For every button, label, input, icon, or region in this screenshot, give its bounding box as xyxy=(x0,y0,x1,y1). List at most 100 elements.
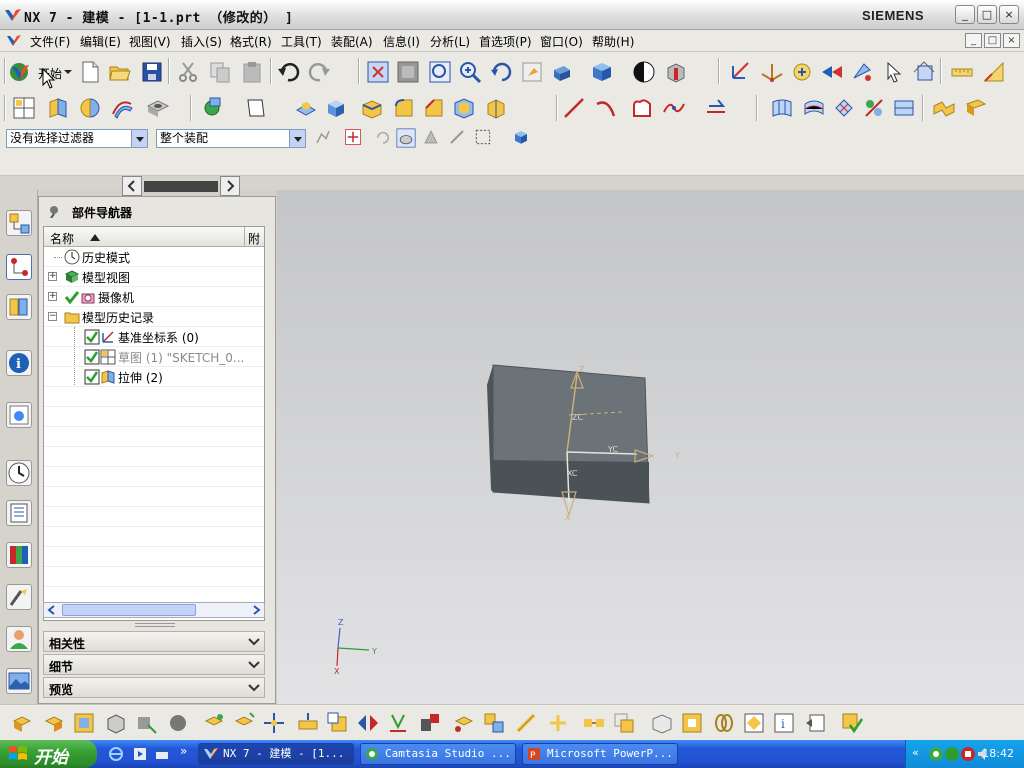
checkbox-checked-icon[interactable] xyxy=(84,349,100,365)
sweep-icon[interactable] xyxy=(110,96,134,120)
chevron-down-icon[interactable] xyxy=(246,634,262,649)
mirror-assembly-icon[interactable] xyxy=(166,711,190,735)
measure-distance-icon[interactable] xyxy=(950,60,974,84)
snap-point-icon[interactable] xyxy=(344,128,362,146)
datum-point-icon[interactable] xyxy=(200,96,224,120)
assembly-cut-icon[interactable] xyxy=(546,711,570,735)
paste-icon[interactable] xyxy=(240,60,264,84)
menu-format[interactable]: 格式(R) xyxy=(230,33,272,50)
through-curves-icon[interactable] xyxy=(802,96,826,120)
assembly-constraints-icon[interactable] xyxy=(104,711,128,735)
sketch-icon[interactable] xyxy=(12,96,36,120)
column-attached[interactable]: 附 xyxy=(248,230,260,247)
wcs-display-icon[interactable] xyxy=(850,60,874,84)
select-face-icon[interactable] xyxy=(422,128,440,146)
tree-row[interactable]: + 模型视图 xyxy=(44,267,264,287)
add-component-icon[interactable] xyxy=(10,711,34,735)
wave-link-icon[interactable] xyxy=(582,711,606,735)
tree-row[interactable]: 草图 (1) "SKETCH_0... xyxy=(44,347,264,367)
boss-icon[interactable] xyxy=(294,96,318,120)
tree-row[interactable]: 拉伸 (2) xyxy=(44,367,264,387)
create-array-icon[interactable] xyxy=(232,711,256,735)
wcs-rotate-icon[interactable] xyxy=(790,60,814,84)
menu-window[interactable]: 窗口(O) xyxy=(540,33,583,50)
csys-icon[interactable] xyxy=(912,60,936,84)
process-studio-tab[interactable] xyxy=(6,500,32,526)
internet-explorer-icon[interactable] xyxy=(108,746,124,762)
tree-row[interactable]: 基准坐标系 (0) xyxy=(44,327,264,387)
save-icon[interactable] xyxy=(140,60,164,84)
component-array-icon[interactable] xyxy=(202,711,226,735)
interference-check-icon[interactable] xyxy=(418,711,442,735)
select-solid-icon[interactable] xyxy=(512,128,530,146)
resource-scroll[interactable] xyxy=(122,176,240,196)
rectangle-select-icon[interactable] xyxy=(474,128,492,146)
wcs-orient-icon[interactable] xyxy=(820,60,844,84)
extrude-icon[interactable] xyxy=(46,96,70,120)
pad-icon[interactable] xyxy=(360,96,384,120)
start-button[interactable]: 开始 xyxy=(6,60,72,84)
clock[interactable]: 18:42 xyxy=(982,747,1014,760)
chevron-left-icon[interactable] xyxy=(46,605,58,615)
scroll-right-button[interactable] xyxy=(220,176,240,196)
link-geometry-icon[interactable] xyxy=(514,711,538,735)
ruled-icon[interactable] xyxy=(862,96,886,120)
shaded-cube-icon[interactable] xyxy=(590,60,614,84)
background-icon[interactable] xyxy=(632,60,656,84)
section-view-icon[interactable] xyxy=(664,60,688,84)
reposition-component-icon[interactable] xyxy=(134,711,158,735)
menu-help[interactable]: 帮助(H) xyxy=(592,33,634,50)
doc-restore-button[interactable]: □ xyxy=(984,33,1001,48)
check-geometry-icon[interactable] xyxy=(840,711,864,735)
explode-view-icon[interactable] xyxy=(262,711,286,735)
menu-tools[interactable]: 工具(T) xyxy=(281,33,322,50)
splitter-handle[interactable] xyxy=(135,623,175,627)
system-materials-tab[interactable] xyxy=(6,542,32,568)
n-sided-surface-icon[interactable] xyxy=(892,96,916,120)
tree-row[interactable]: 历史模式 xyxy=(44,247,264,267)
scroll-thumb[interactable] xyxy=(62,604,196,616)
model-canvas[interactable]: Z ZC Y YC XC X Z Y X xyxy=(277,190,1024,704)
select-features-icon[interactable] xyxy=(314,128,332,146)
scroll-thumb[interactable] xyxy=(144,181,218,192)
menu-edit[interactable]: 编辑(E) xyxy=(80,33,121,50)
taskbar-item-nx[interactable]: NX 7 - 建模 - [1... xyxy=(198,743,354,765)
checkbox-checked-icon[interactable] xyxy=(84,369,100,385)
show-desktop-icon[interactable] xyxy=(154,746,170,762)
load-options-icon[interactable] xyxy=(452,711,476,735)
spline-icon[interactable] xyxy=(662,96,686,120)
undo-icon[interactable] xyxy=(276,60,300,84)
history-tab[interactable] xyxy=(6,460,32,486)
chevron-down-icon[interactable] xyxy=(246,657,262,672)
edge-blend-icon[interactable] xyxy=(392,96,416,120)
sew-icon[interactable] xyxy=(932,96,956,120)
maximize-button[interactable]: □ xyxy=(977,5,997,24)
new-component-icon[interactable] xyxy=(42,711,66,735)
scroll-left-button[interactable] xyxy=(122,176,142,196)
collapse-toggle[interactable]: − xyxy=(48,312,57,321)
show-component-icon[interactable] xyxy=(742,711,766,735)
arc-icon[interactable] xyxy=(594,96,618,120)
close-button[interactable]: × xyxy=(999,5,1019,24)
roles-tab[interactable] xyxy=(6,626,32,652)
wcs-origin-icon[interactable] xyxy=(760,60,784,84)
zoom-icon[interactable] xyxy=(428,60,452,84)
wcs-save-icon[interactable] xyxy=(882,60,906,84)
media-player-icon[interactable] xyxy=(132,746,148,762)
expand-toggle[interactable]: + xyxy=(48,292,57,301)
reuse-library-tab[interactable] xyxy=(6,294,32,320)
select-edge-icon[interactable] xyxy=(448,128,466,146)
move-component-icon[interactable] xyxy=(386,711,410,735)
assembly-navigator-icon[interactable] xyxy=(680,711,704,735)
menu-insert[interactable]: 插入(S) xyxy=(181,33,222,50)
wave-geometry-icon[interactable] xyxy=(326,711,350,735)
block-icon[interactable] xyxy=(324,96,348,120)
rotate-icon[interactable] xyxy=(490,60,514,84)
taskbar-item-powerpoint[interactable]: P Microsoft PowerP... xyxy=(522,743,678,765)
web-browser-tab[interactable] xyxy=(6,402,32,428)
new-file-icon[interactable] xyxy=(78,60,102,84)
pin-icon[interactable] xyxy=(47,204,61,218)
dependencies-section[interactable]: 相关性 xyxy=(43,631,265,652)
chain-link-icon[interactable] xyxy=(712,711,736,735)
surface-mesh-icon[interactable] xyxy=(770,96,794,120)
